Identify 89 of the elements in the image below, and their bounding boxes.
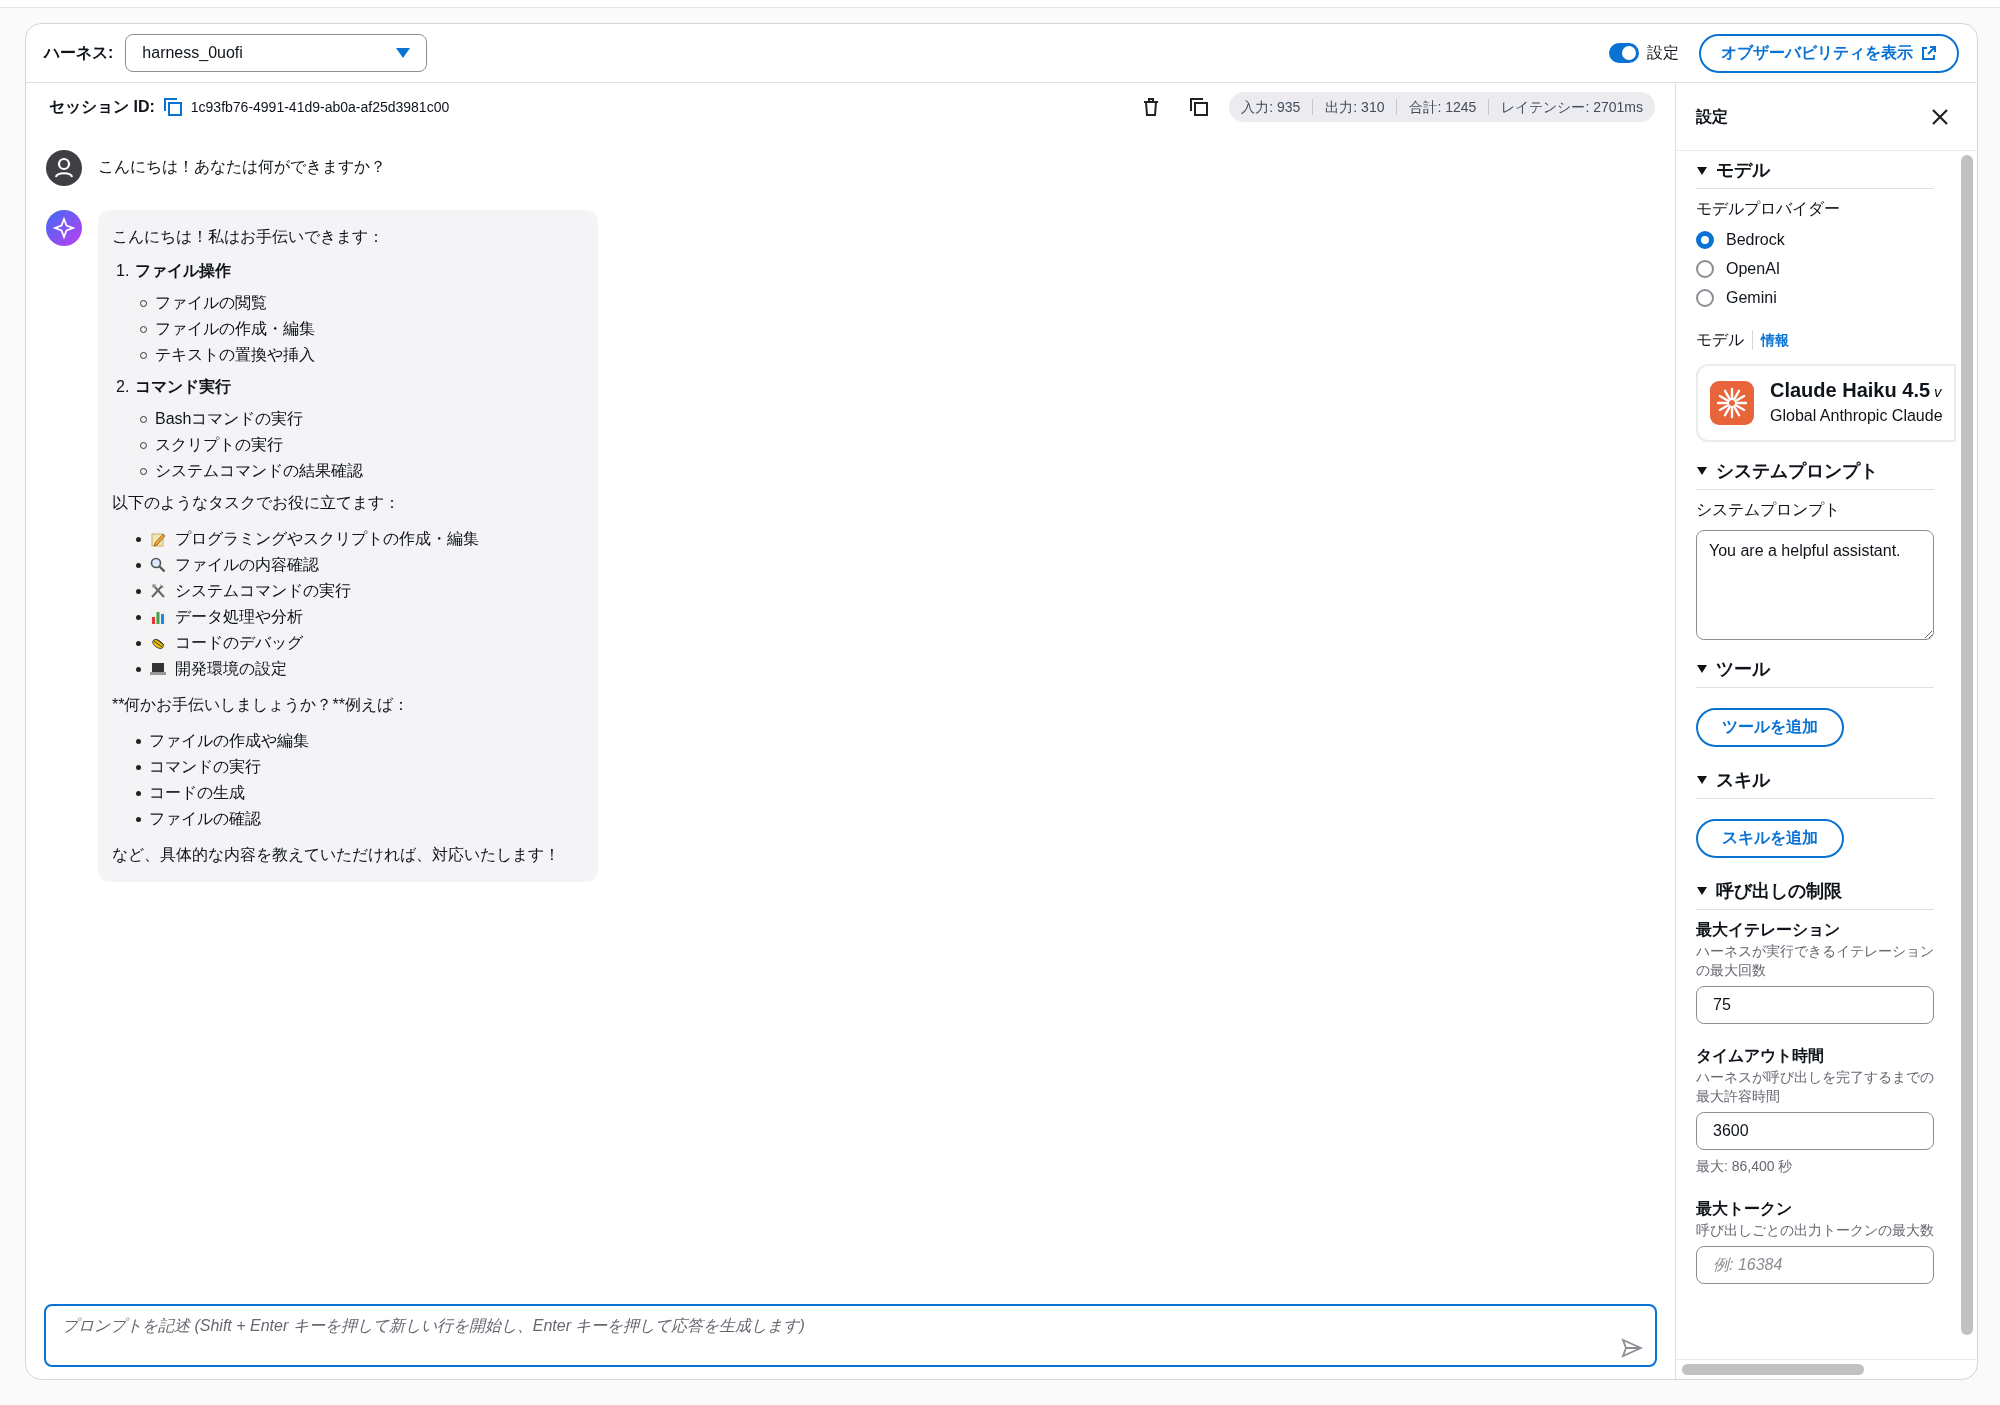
list-number: 1. <box>116 261 130 281</box>
model-tag: v <box>1934 381 1942 404</box>
list-item-text: ファイルの閲覧 <box>155 293 267 313</box>
field-description: ハーネスが呼び出しを完了するまでの最大許容時間 <box>1696 1067 1934 1106</box>
list-item-text: ファイルの内容確認 <box>175 555 319 575</box>
list-item-text: システムコマンドの実行 <box>175 581 351 601</box>
triangle-icon <box>1696 465 1708 477</box>
list-item-text: プログラミングやスクリプトの作成・編集 <box>175 529 479 549</box>
field-label: 最大イテレーション <box>1696 919 1841 940</box>
model-provider: Global Anthropic Claude <box>1770 405 1943 426</box>
triangle-icon <box>1696 885 1708 897</box>
toggle-switch[interactable] <box>1609 43 1639 63</box>
list-heading: ファイル操作 <box>135 261 232 281</box>
triangle-icon <box>1696 164 1708 177</box>
message-text: こんにちは！あなたは何ができますか？ <box>98 157 386 177</box>
observability-button[interactable]: オブザーバビリティを表示 <box>1699 33 1959 73</box>
external-link-icon <box>1921 45 1937 61</box>
section-heading[interactable]: 呼び出しの制限 <box>1716 877 1842 905</box>
field-label: タイムアウト時間 <box>1696 1045 1825 1066</box>
harness-dropdown[interactable]: harness_0uofi <box>125 34 428 72</box>
copy-icon[interactable] <box>1189 97 1210 117</box>
list-item-text: ファイルの作成・編集 <box>155 319 315 339</box>
list-item-text: スクリプトの実行 <box>155 435 283 455</box>
tools-icon <box>149 582 167 600</box>
section-heading[interactable]: スキル <box>1716 766 1770 794</box>
message-text: など、具体的な内容を教えていただければ、対応いたします！ <box>112 845 561 865</box>
message-text: 以下のようなタスクでお役に立てます： <box>112 493 401 513</box>
list-item-text: コマンドの実行 <box>149 757 261 777</box>
triangle-icon <box>1696 663 1708 675</box>
field-hint: 最大: 86,400 秒 <box>1696 1156 1794 1176</box>
panel-title: 設定 <box>1696 106 1728 127</box>
list-number: 2. <box>116 377 130 397</box>
stat-text: 入力: 935 <box>1241 97 1301 117</box>
list-item-text: システムコマンドの結果確認 <box>155 461 363 481</box>
number-field[interactable]: 例: 16384 <box>1696 1245 1934 1284</box>
magnifier-icon <box>149 556 167 574</box>
laptop-icon <box>149 660 167 678</box>
list-item-text: ファイルの作成や編集 <box>149 731 309 751</box>
list-item-text: Bashコマンドの実行 <box>155 409 304 429</box>
list-item-text: データ処理や分析 <box>175 607 303 627</box>
field-label: システムプロンプト <box>1696 499 1841 520</box>
stat-text: 出力: 310 <box>1325 97 1385 117</box>
add-button[interactable]: スキルを追加 <box>1696 818 1844 858</box>
add-button[interactable]: ツールを追加 <box>1696 707 1844 747</box>
radio-button[interactable] <box>1696 288 1714 307</box>
field-description: 呼び出しごとの出力トークンの最大数 <box>1696 1220 1934 1240</box>
radio-button[interactable] <box>1696 230 1714 249</box>
list-item-text: ファイルの確認 <box>149 809 261 829</box>
send-icon[interactable] <box>1621 1337 1643 1359</box>
caret-down-icon <box>396 48 411 58</box>
number-field[interactable]: 3600 <box>1696 1111 1934 1150</box>
sparkle-avatar-icon <box>46 210 82 246</box>
pencil-icon <box>149 530 167 548</box>
list-item-text: 開発環境の設定 <box>175 659 287 679</box>
field-label: 最大トークン <box>1696 1198 1793 1219</box>
toggle-label: 設定 <box>1647 43 1679 63</box>
triangle-icon <box>1696 774 1708 786</box>
field-description: ハーネスが実行できるイテレーションの最大回数 <box>1696 941 1934 980</box>
list-item-text: コードの生成 <box>149 783 245 803</box>
user-avatar-icon <box>46 150 82 186</box>
field-label: モデルプロバイダー <box>1696 199 1841 219</box>
session-id: 1c93fb76-4991-41d9-ab0a-af25d3981c00 <box>190 97 450 117</box>
radio-label: Bedrock <box>1726 229 1785 250</box>
stat-text: レイテンシー: 2701ms <box>1501 97 1643 117</box>
list-item-text: コードのデバッグ <box>175 633 303 653</box>
stat-text: 合計: 1245 <box>1409 97 1477 117</box>
list-heading: コマンド実行 <box>135 377 232 397</box>
number-field[interactable]: 75 <box>1696 985 1934 1024</box>
list-item-text: テキストの置換や挿入 <box>155 345 315 365</box>
model-card[interactable]: Claude Haiku 4.5 v Global Anthropic Claude <box>1696 364 1956 442</box>
system-prompt-field[interactable]: You are a helpful assistant. <box>1696 529 1934 640</box>
message-text: こんにちは！私はお手伝いできます： <box>112 227 385 247</box>
section-heading[interactable]: モデル <box>1716 157 1770 184</box>
prompt-field[interactable]: プロンプトを記述 (Shift + Enter キーを押して新しい行を開始し、Enter キーを押して応答を生成します) <box>44 1304 1657 1367</box>
scrollbar-thumb[interactable] <box>1961 155 1973 1335</box>
message-text: **何かお手伝いしましょうか？**例えば： <box>112 695 410 715</box>
close-icon[interactable] <box>1931 107 1949 126</box>
session-label: セッション ID: <box>49 97 155 117</box>
starburst-logo-icon <box>1710 380 1754 425</box>
info-link[interactable]: 情報 <box>1761 329 1789 351</box>
harness-label: ハーネス: <box>44 43 114 63</box>
scrollbar-thumb[interactable] <box>1682 1364 1864 1375</box>
section-heading[interactable]: システムプロンプト <box>1716 457 1878 485</box>
field-label: モデル <box>1696 330 1744 350</box>
model-name: Claude Haiku 4.5 <box>1770 378 1931 402</box>
radio-label: Gemini <box>1726 287 1777 308</box>
section-heading[interactable]: ツール <box>1716 655 1770 683</box>
radio-button[interactable] <box>1696 259 1714 278</box>
radio-label: OpenAI <box>1726 258 1781 279</box>
